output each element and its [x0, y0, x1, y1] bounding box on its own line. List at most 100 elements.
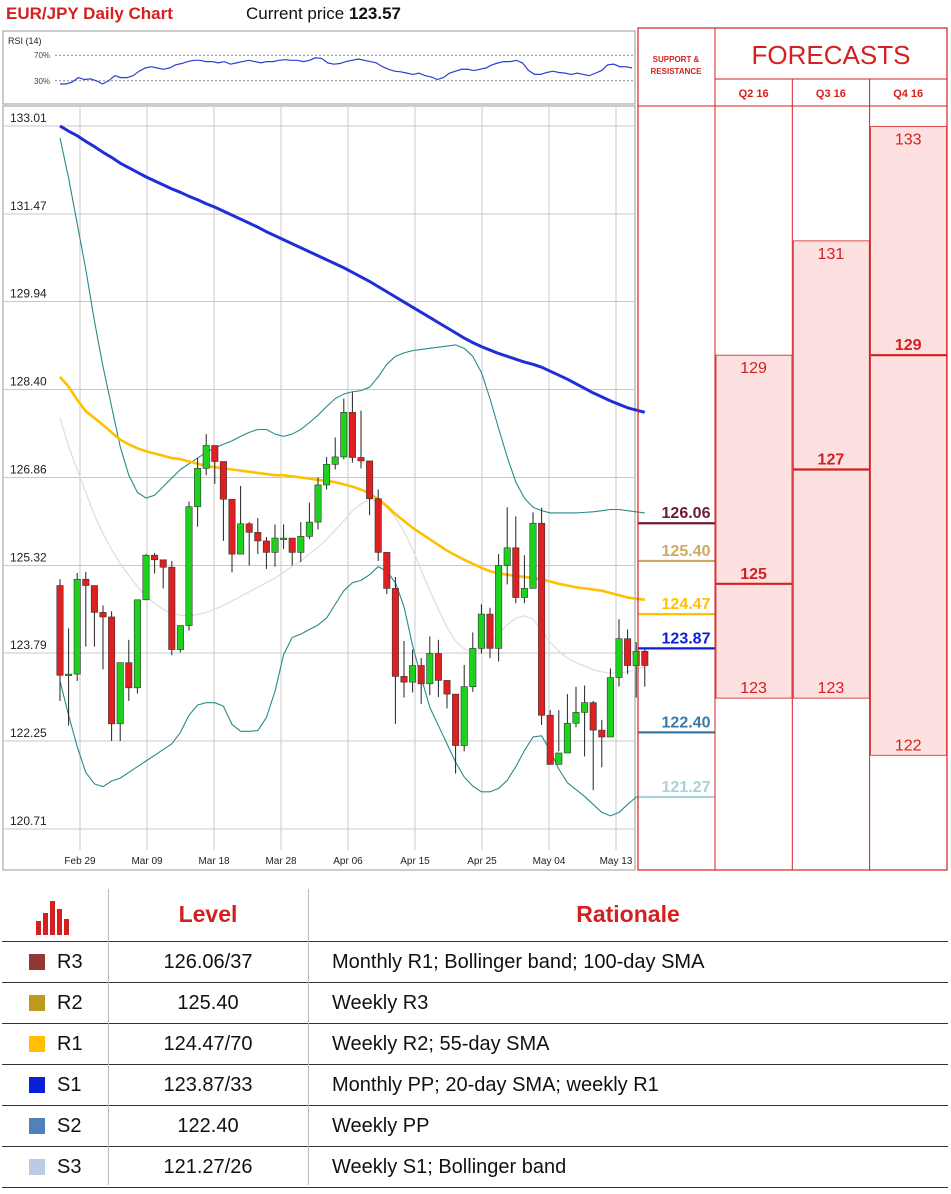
y-tick-label: 125.32: [10, 551, 47, 565]
candle: [606, 668, 614, 738]
candle-body: [452, 693, 460, 746]
table-row: S1 123.87/33 Monthly PP; 20-day SMA; weekl…: [2, 1065, 948, 1106]
level-color-swatch: [29, 1159, 45, 1175]
candle: [142, 554, 150, 601]
y-tick-label: 133.01: [10, 111, 47, 125]
forecast-mid: 129: [895, 337, 922, 354]
candle-body: [194, 468, 202, 507]
level-label-s3: 121.27: [662, 779, 711, 796]
table-divider: [308, 889, 309, 1185]
level-value: 124.47/70: [163, 1033, 253, 1055]
level-column-header: Level: [178, 901, 238, 927]
candle-body: [237, 523, 245, 555]
candle-body: [426, 653, 434, 685]
candle: [108, 611, 116, 741]
rsi-label: RSI (14): [8, 36, 42, 46]
quarter-label: Q2 16: [739, 88, 769, 100]
candle-body: [133, 599, 141, 689]
table-row: S2 122.40 Weekly PP: [2, 1106, 948, 1147]
level-rationale: Monthly R1; Bollinger band; 100-day SMA: [332, 951, 705, 973]
level-color-swatch: [29, 1036, 45, 1052]
candle: [133, 599, 141, 694]
candle-body: [486, 613, 494, 649]
candle-body: [555, 752, 563, 765]
forecasts-title: FORECASTS: [752, 40, 911, 70]
level-rationale: Weekly PP: [332, 1115, 430, 1137]
candle-body: [82, 578, 90, 586]
table-row: S3 121.27/26 Weekly S1; Bollinger band: [2, 1147, 948, 1188]
candle-body: [598, 729, 606, 738]
candle: [314, 477, 322, 530]
y-tick-label: 131.47: [10, 199, 47, 213]
level-color-swatch: [29, 954, 45, 970]
candle-body: [615, 638, 623, 678]
x-tick-label: Apr 15: [400, 856, 430, 867]
candle-body: [495, 565, 503, 649]
candle: [168, 560, 176, 656]
x-tick-label: Mar 09: [131, 856, 163, 867]
y-tick-label: 129.94: [10, 286, 47, 300]
candle-body: [469, 648, 477, 687]
candle-body: [56, 585, 64, 676]
candle-body: [641, 650, 649, 666]
level-color-swatch: [29, 1077, 45, 1093]
x-tick-label: May 13: [600, 856, 633, 867]
y-tick-label: 122.25: [10, 726, 47, 740]
candle: [641, 649, 649, 687]
candle-body: [185, 506, 193, 626]
sr-label: SUPPORT &: [653, 55, 700, 64]
candle-body: [374, 498, 382, 553]
candle-body: [366, 460, 374, 499]
x-tick-label: Mar 18: [198, 856, 230, 867]
candle-body: [563, 722, 571, 754]
candle: [185, 501, 193, 631]
level-label-s2: 122.40: [662, 714, 711, 731]
candle-body: [546, 714, 554, 765]
level-rationale: Weekly S1; Bollinger band: [332, 1156, 567, 1178]
y-tick-label: 123.79: [10, 638, 47, 652]
level-value: 126.06/37: [163, 951, 253, 973]
candle-body: [460, 686, 468, 746]
y-tick-label: 126.86: [10, 463, 47, 477]
level-name: S3: [57, 1156, 82, 1178]
candle: [546, 710, 554, 765]
level-color-swatch: [29, 1118, 45, 1134]
candle-body: [305, 521, 313, 537]
candle-body: [323, 464, 331, 486]
candle-body: [581, 702, 589, 713]
candle-body: [90, 585, 98, 613]
forecast-low: 123: [740, 680, 767, 697]
candle-body: [340, 412, 348, 458]
candle-body: [512, 547, 520, 598]
candle-body: [538, 522, 546, 716]
candle-body: [271, 537, 279, 553]
candle-body: [391, 588, 399, 677]
x-tick-label: Apr 25: [467, 856, 497, 867]
forecast-high: 133: [895, 132, 922, 149]
level-name: S1: [57, 1074, 82, 1096]
level-rationale: Weekly R2; 55-day SMA: [332, 1033, 550, 1055]
candle-body: [503, 547, 511, 566]
level-value: 125.40: [177, 992, 239, 1014]
candle-body: [99, 612, 107, 618]
candle-body: [348, 412, 356, 458]
y-tick-label: 128.40: [10, 374, 47, 388]
candle-body: [529, 522, 537, 589]
level-label-r1: 124.47: [662, 596, 711, 613]
level-value: 121.27/26: [163, 1156, 253, 1178]
support-resistance-levels: 126.06 125.40 124.47 123.87 122.40 121.27: [638, 505, 715, 799]
candle: [538, 507, 546, 725]
forecast-low: 123: [818, 680, 845, 697]
candle-body: [168, 566, 176, 650]
candle: [73, 572, 81, 681]
candle-body: [202, 445, 210, 469]
candle-body: [331, 456, 339, 465]
candle-body: [262, 540, 270, 553]
candle-body: [219, 461, 227, 500]
chart-area: RSI (14) 70% 30% 133.01 131.47 129.94 128.40 1…: [2, 27, 948, 871]
candle-body: [400, 676, 408, 683]
sr-label: RESISTANCE: [651, 67, 703, 76]
x-tick-label: Mar 28: [265, 856, 297, 867]
candle-body: [245, 523, 253, 533]
candle: [383, 552, 391, 595]
